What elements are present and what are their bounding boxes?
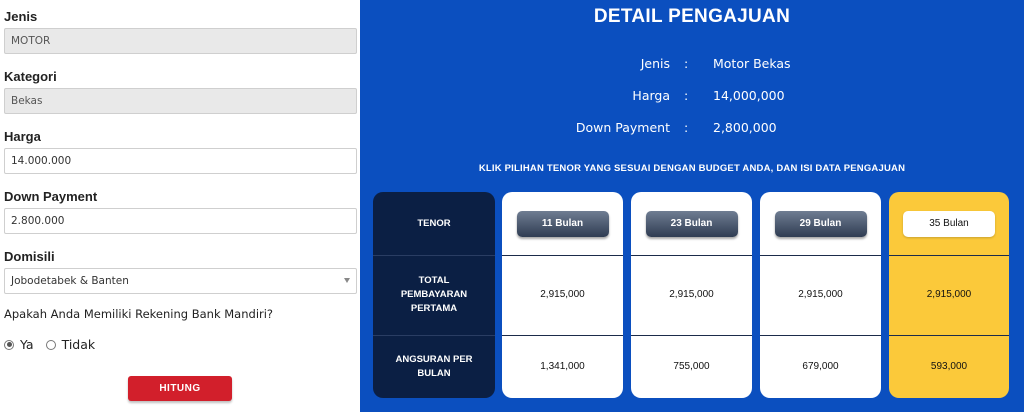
tenor-option-card[interactable]: 29 Bulan 2,915,000 679,000 — [760, 192, 881, 398]
detail-colon: : — [684, 120, 689, 135]
kategori-field[interactable]: Bekas — [4, 88, 357, 114]
tenor-header-card: TENOR TOTAL PEMBAYARAN PERTAMA ANGSURAN … — [373, 192, 495, 398]
detail-colon: : — [684, 56, 689, 71]
total-pembayaran-value: 2,915,000 — [926, 289, 972, 300]
detail-row-down-payment: Down Payment : 2,800,000 — [360, 120, 1024, 138]
detail-label: Jenis — [640, 56, 670, 71]
detail-value: Motor Bekas — [713, 56, 791, 71]
header-total-pembayaran: TOTAL PEMBAYARAN PERTAMA — [400, 275, 468, 314]
tenor-option-card[interactable]: 23 Bulan 2,915,000 755,000 — [631, 192, 752, 398]
angsuran-value: 755,000 — [673, 360, 710, 372]
header-tenor: TENOR — [417, 217, 451, 229]
angsuran-value: 1,341,000 — [540, 360, 585, 372]
kategori-label: Kategori — [4, 69, 57, 84]
detail-label: Down Payment — [575, 120, 670, 135]
total-pembayaran-value: 2,915,000 — [669, 289, 714, 300]
panel-title: DETAIL PENGAJUAN — [593, 6, 791, 27]
tenor-button[interactable]: 29 Bulan — [774, 210, 867, 237]
total-pembayaran-value: 2,915,000 — [798, 289, 843, 300]
detail-row-jenis: Jenis : Motor Bekas — [360, 56, 1024, 74]
radio-ya-label[interactable]: Ya — [20, 337, 34, 352]
total-pembayaran-value: 2,915,000 — [540, 289, 585, 300]
jenis-field[interactable]: MOTOR — [4, 28, 357, 54]
radio-tidak[interactable] — [45, 339, 56, 350]
detail-pengajuan-panel: DETAIL PENGAJUAN Jenis : Motor Bekas Har… — [360, 0, 1024, 412]
domisili-selected-value: Jobodetabek & Banten — [11, 275, 129, 287]
tenor-cell: 29 Bulan — [760, 192, 881, 255]
radio-tidak-label[interactable]: Tidak — [62, 337, 96, 352]
detail-row-harga: Harga : 14,000,000 — [360, 88, 1024, 106]
tenor-cell: 35 Bulan — [889, 192, 1009, 255]
down-payment-label: Down Payment — [4, 189, 98, 204]
tenor-button[interactable]: 23 Bulan — [645, 210, 738, 237]
detail-colon: : — [684, 88, 689, 103]
bank-mandiri-radio-group: Ya Tidak — [4, 337, 107, 352]
detail-label: Harga — [632, 88, 670, 103]
tenor-instruction: KLIK PILIHAN TENOR YANG SESUAI DENGAN BU… — [478, 163, 906, 174]
tenor-button[interactable]: 11 Bulan — [516, 210, 609, 237]
detail-value: 14,000,000 — [713, 88, 785, 103]
header-angsuran: ANGSURAN PER BULAN — [395, 353, 473, 379]
tenor-cell: 23 Bulan — [631, 192, 752, 255]
hitung-button[interactable]: HITUNG — [128, 376, 232, 401]
domisili-select[interactable]: Jobodetabek & Banten — [4, 268, 357, 294]
angsuran-value: 593,000 — [930, 360, 968, 372]
down-payment-input[interactable]: 2.800.000 — [4, 208, 357, 234]
bank-mandiri-question: Apakah Anda Memiliki Rekening Bank Mandi… — [4, 307, 274, 321]
pengajuan-form: Jenis MOTOR Kategori Bekas Harga 14.000.… — [0, 0, 362, 412]
angsuran-value: 679,000 — [802, 360, 839, 372]
radio-ya[interactable] — [4, 339, 14, 350]
domisili-label: Domisili — [4, 249, 55, 264]
detail-value: 2,800,000 — [713, 120, 777, 135]
jenis-label: Jenis — [4, 9, 38, 24]
tenor-option-card[interactable]: 11 Bulan 2,915,000 1,341,000 — [502, 192, 623, 398]
tenor-button-selected[interactable]: 35 Bulan — [903, 210, 995, 237]
harga-input[interactable]: 14.000.000 — [4, 148, 357, 174]
tenor-cell: 11 Bulan — [502, 192, 623, 255]
tenor-option-card-selected[interactable]: 35 Bulan 2,915,000 593,000 — [889, 192, 1009, 398]
harga-label: Harga — [4, 129, 41, 144]
chevron-down-icon — [344, 278, 350, 283]
